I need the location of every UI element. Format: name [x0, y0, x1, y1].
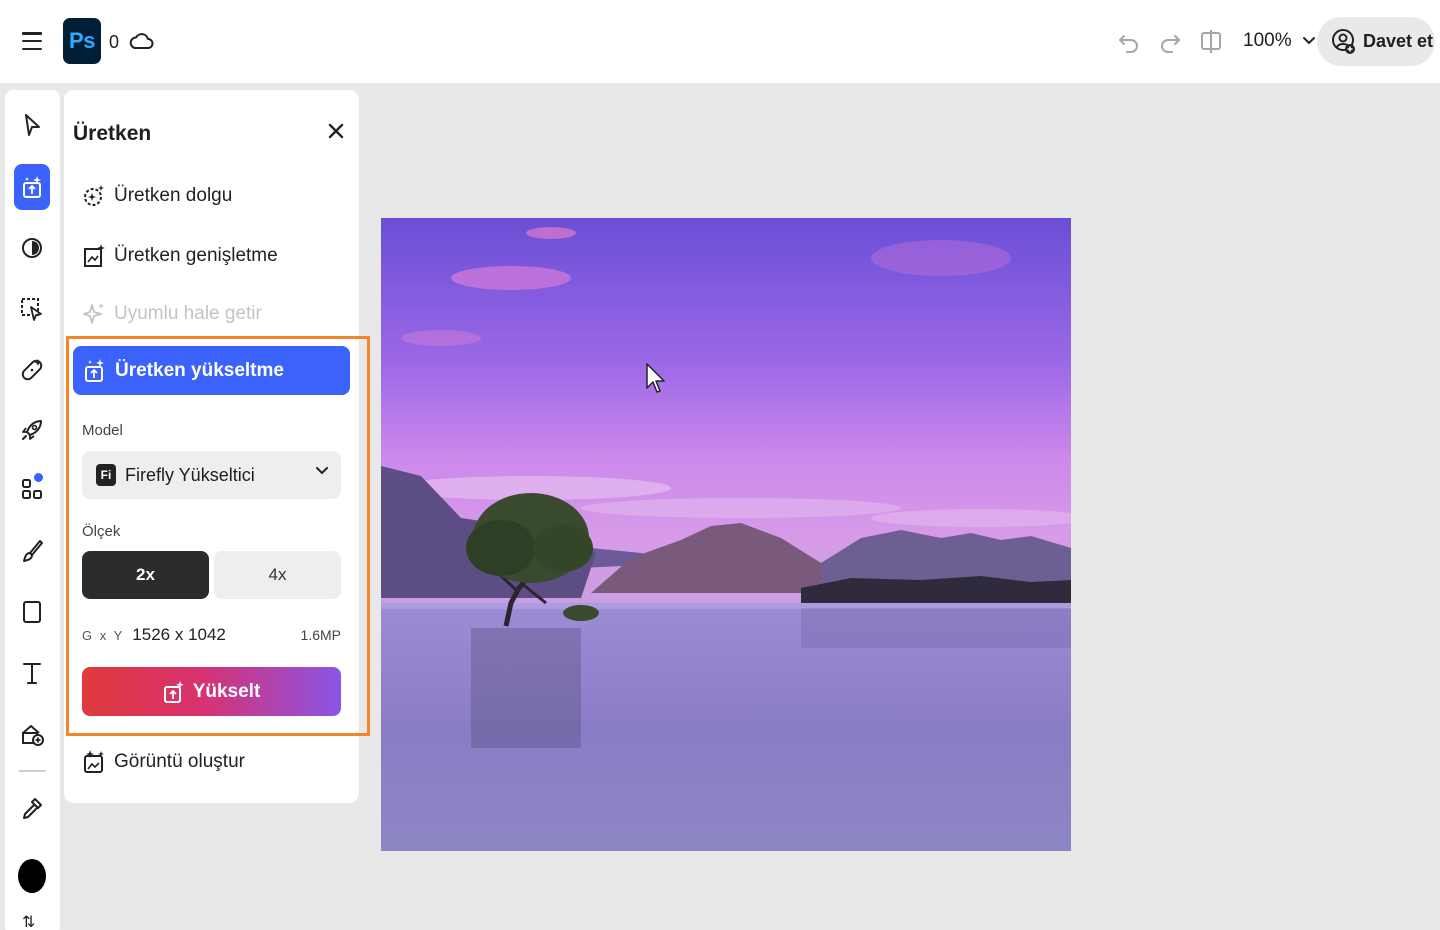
cloud-count: 0	[109, 32, 120, 52]
upscale-action-button[interactable]: Yükselt	[82, 667, 341, 716]
firefly-badge: Fi	[96, 464, 116, 486]
dimensions-value: 1526 x 1042	[132, 625, 226, 644]
scale-option-2x[interactable]: 2x	[82, 551, 209, 599]
megapixels-value: 1.6MP	[300, 627, 341, 643]
select-tool-button[interactable]	[14, 107, 50, 143]
generative-tool-button[interactable]	[14, 164, 50, 210]
zoom-control[interactable]: 100%	[1243, 30, 1316, 52]
generative-expand-icon	[84, 244, 105, 267]
menu-item-label: Üretken yükseltme	[115, 359, 284, 381]
chevron-down-icon	[316, 467, 328, 475]
text-icon	[23, 663, 41, 684]
zoom-level: 100%	[1243, 30, 1292, 51]
menu-item-generative-expand[interactable]: Üretken genişletme	[82, 236, 278, 276]
upscale-icon	[85, 358, 104, 382]
heal-tool-button[interactable]	[14, 352, 50, 388]
add-ons-tool-button[interactable]	[14, 471, 50, 507]
menu-item-label: Üretken genişletme	[114, 245, 278, 266]
menu-item-label: Uyumlu hale getir	[114, 303, 262, 324]
harmonize-icon	[83, 303, 104, 324]
model-value: Firefly Yükseltici	[125, 464, 255, 485]
menu-item-generate-image[interactable]: Görüntü oluştur	[82, 742, 245, 782]
left-toolbar: ⇅	[5, 90, 60, 930]
canvas-image[interactable]	[381, 218, 1071, 851]
shape-tool-button[interactable]	[14, 594, 50, 630]
menu-item-label: Görüntü oluştur	[114, 751, 245, 772]
text-tool-button[interactable]	[14, 655, 50, 691]
app-logo[interactable]: Ps	[63, 18, 101, 64]
bandage-icon	[21, 359, 43, 381]
cloud-icon[interactable]	[128, 29, 154, 53]
generate-image-icon	[84, 750, 104, 773]
scale-option-4x[interactable]: 4x	[214, 551, 341, 599]
pointer-icon	[25, 114, 40, 136]
upscale-action-label: Yükselt	[192, 680, 261, 702]
adjustment-icon	[22, 238, 42, 258]
notification-dot	[34, 473, 43, 482]
panel-title: Üretken	[73, 122, 152, 145]
invite-user-icon	[1332, 28, 1355, 54]
generative-fill-icon	[84, 185, 104, 206]
selection-tool-button[interactable]	[14, 291, 50, 327]
menu-icon[interactable]	[20, 29, 44, 53]
menu-item-harmonize[interactable]: Uyumlu hale getir	[82, 294, 262, 334]
brush-tool-button[interactable]	[14, 533, 50, 569]
quick-actions-tool-button[interactable]	[14, 412, 50, 448]
redo-icon[interactable]	[1157, 28, 1183, 54]
eyedropper-tool-button[interactable]	[14, 790, 50, 826]
menu-item-label: Üretken dolgu	[114, 185, 233, 206]
generative-panel: Üretken Üretken dolgu Üretken genişletme…	[64, 90, 370, 803]
model-label: Model	[82, 422, 123, 439]
undo-icon[interactable]	[1116, 28, 1142, 54]
invite-label: Davet et	[1363, 31, 1434, 51]
generative-icon	[23, 176, 41, 198]
landscape-photo	[381, 218, 1071, 851]
invite-button[interactable]: Davet et	[1317, 17, 1435, 66]
menu-item-generative-upscale[interactable]: Üretken yükseltme	[73, 346, 350, 395]
dimensions-row: G x Y 1526 x 1042 1.6MP	[82, 625, 341, 645]
compare-icon[interactable]	[1198, 28, 1224, 54]
upscale-sparkle-icon	[163, 680, 184, 703]
swap-colors-icon[interactable]: ⇅	[22, 912, 35, 930]
top-bar: Ps 0 100% Davet et	[0, 0, 1440, 83]
toolbar-divider	[19, 770, 46, 772]
foreground-color-swatch[interactable]	[18, 859, 46, 893]
brush-icon	[23, 540, 43, 562]
adjust-tool-button[interactable]	[14, 230, 50, 266]
scale-label: Ölçek	[82, 523, 121, 540]
rocket-icon	[22, 420, 42, 440]
rectangle-icon	[23, 601, 41, 623]
eyedropper-icon	[23, 798, 42, 819]
add-image-tool-button[interactable]	[14, 716, 50, 752]
dimensions-prefix: G x Y	[82, 627, 125, 643]
selection-icon	[21, 298, 42, 321]
mouse-cursor-icon	[646, 363, 665, 393]
close-icon[interactable]	[326, 121, 346, 141]
model-dropdown[interactable]: Fi Firefly Yükseltici	[82, 451, 341, 499]
add-image-icon	[22, 725, 44, 746]
menu-item-generative-fill[interactable]: Üretken dolgu	[82, 176, 232, 216]
chevron-down-icon	[1302, 37, 1315, 45]
